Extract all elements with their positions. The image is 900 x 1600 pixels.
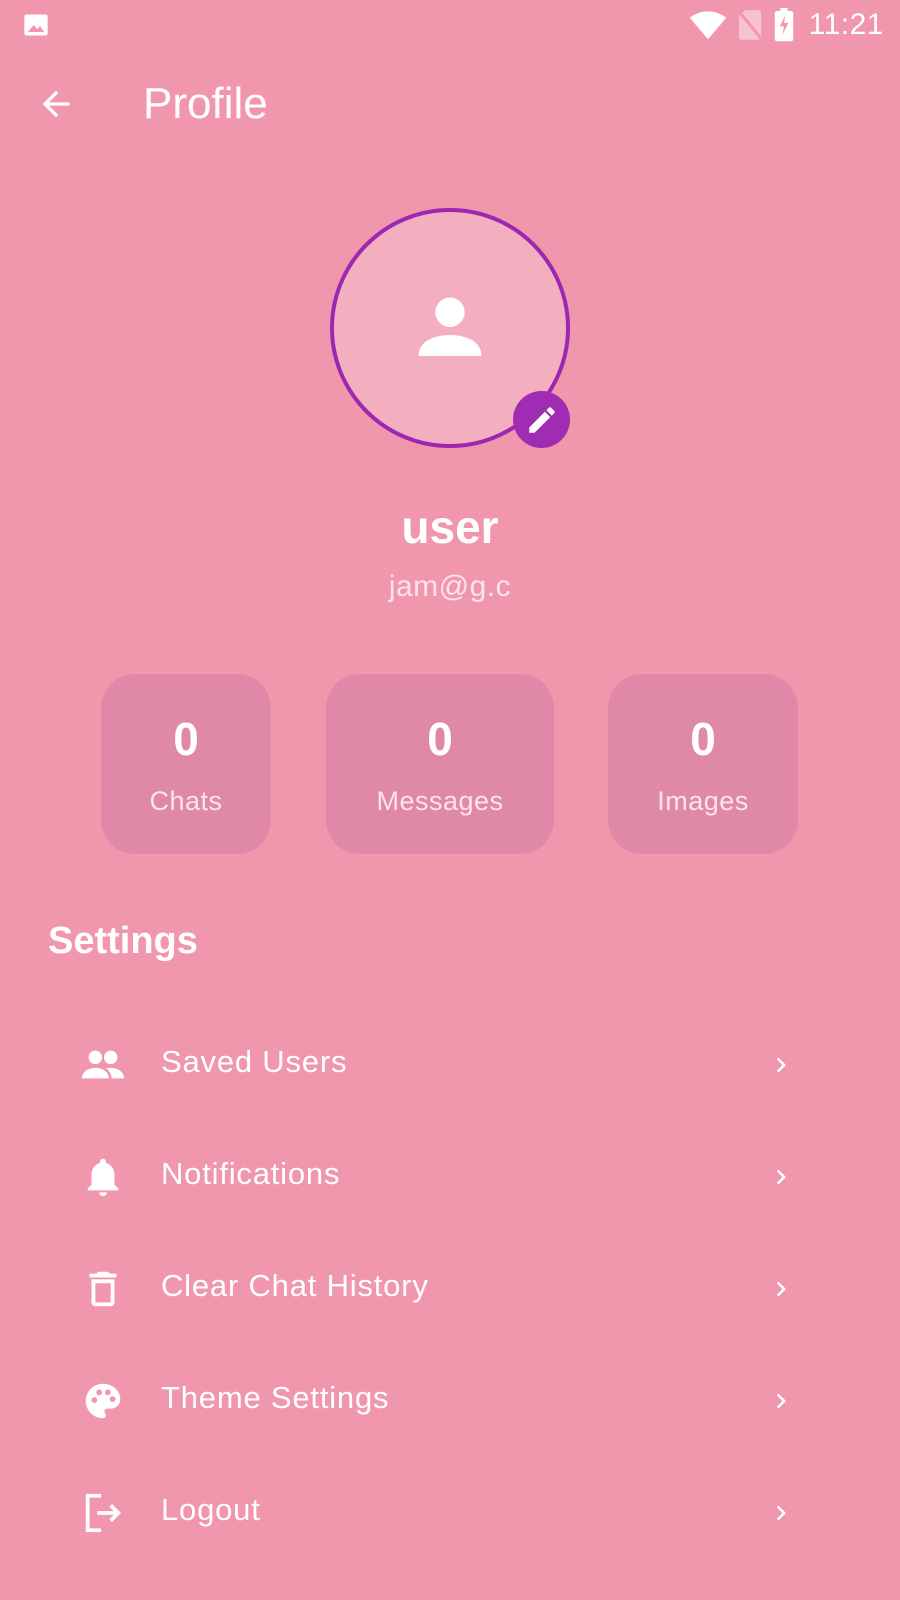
settings-item-clear-chat-history[interactable]: Clear Chat History [48,1238,852,1338]
settings-item-label: Theme Settings [161,1380,390,1415]
edit-avatar-button[interactable] [513,391,570,448]
page-title: Profile [143,79,268,128]
back-button[interactable] [30,78,82,130]
chevron-right-icon [776,1505,786,1521]
status-icons: 11:21 [689,6,884,44]
chevron-right-icon [776,1393,786,1409]
image-icon [24,14,48,36]
settings-item-label: Notifications [161,1156,341,1191]
app-bar: Profile [0,62,900,142]
stat-value: 0 [173,713,199,765]
stat-label: Chats [149,786,223,816]
battery-charging-icon [774,8,793,42]
status-time: 11:21 [808,8,884,41]
status-bar: 11:21 [0,0,900,50]
settings-item-label: Logout [161,1492,261,1527]
stat-value: 0 [427,713,453,765]
chevron-right-icon [776,1169,786,1185]
stat-value: 0 [690,713,716,765]
people-icon [80,1042,126,1088]
settings-item-saved-users[interactable]: Saved Users [48,1014,852,1114]
settings-title: Settings [48,920,198,962]
avatar-container [330,208,570,448]
stat-card-chats: 0 Chats [101,674,271,854]
logout-icon [80,1490,126,1536]
user-email: jam@g.c [388,570,512,603]
settings-item-notifications[interactable]: Notifications [48,1126,852,1226]
arrow-back-icon [42,90,70,118]
settings-item-logout[interactable]: Logout [48,1462,852,1562]
settings-item-label: Saved Users [161,1044,348,1079]
stat-card-messages: 0 Messages [326,674,554,854]
stat-label: Images [657,786,749,816]
no-sim-icon [737,10,762,40]
stat-label: Messages [376,786,504,816]
wifi-icon [689,11,726,40]
palette-icon [80,1378,126,1424]
person-icon [418,297,482,356]
chevron-right-icon [776,1057,786,1073]
pencil-icon [528,406,555,433]
user-name: user [401,501,499,553]
bell-icon [80,1154,126,1200]
settings-item-theme-settings[interactable]: Theme Settings [48,1350,852,1450]
chevron-right-icon [776,1281,786,1297]
settings-item-label: Clear Chat History [161,1268,429,1303]
trash-icon [80,1266,126,1312]
stat-card-images: 0 Images [608,674,798,854]
